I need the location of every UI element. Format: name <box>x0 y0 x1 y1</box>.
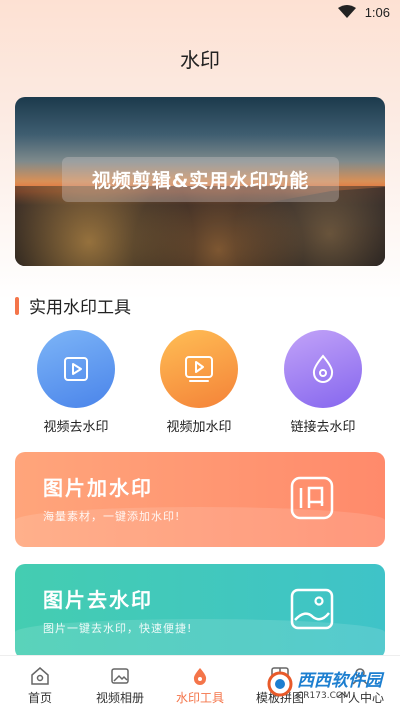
banner-caption-box: 视频剪辑&实用水印功能 <box>62 157 339 202</box>
tool-label: 链接去水印 <box>290 420 356 435</box>
tool-circle <box>160 330 238 408</box>
section-title: 实用水印工具 <box>29 298 131 318</box>
card-subtitle: 海量素材，一键添加水印! <box>43 510 181 523</box>
stamp-icon <box>290 476 334 520</box>
tool-video-remove-watermark[interactable]: 视频去水印 <box>16 330 136 435</box>
banner[interactable]: 视频剪辑&实用水印功能 <box>15 97 385 266</box>
photo-icon <box>111 668 129 684</box>
water-drop-icon <box>312 354 334 383</box>
tool-grid: 视频去水印 视频加水印 链接去水印 <box>0 330 400 440</box>
section-heading: 实用水印工具 <box>15 293 131 318</box>
tool-circle <box>37 330 115 408</box>
card-title: 图片加水印 <box>43 476 153 500</box>
tab-label: 首页 <box>27 691 52 705</box>
tab-label: 视频相册 <box>95 691 144 705</box>
tab-watermark-tools[interactable]: 水印工具 <box>160 656 240 710</box>
tool-label: 视频去水印 <box>43 420 109 435</box>
tool-circle <box>284 330 362 408</box>
status-bar: 1:06 <box>0 0 400 26</box>
tab-video-album[interactable]: 视频相册 <box>80 656 160 710</box>
tab-home[interactable]: 首页 <box>0 656 80 710</box>
tool-video-add-watermark[interactable]: 视频加水印 <box>139 330 259 435</box>
tool-label: 视频加水印 <box>166 420 232 435</box>
watermark-logo-icon <box>267 671 293 696</box>
section-accent-bar <box>15 296 19 315</box>
watermark-brand: 西西软件园 <box>297 671 382 691</box>
tab-label: 水印工具 <box>175 691 224 705</box>
wifi-icon <box>338 5 356 18</box>
home-icon <box>31 667 49 685</box>
image-icon <box>290 588 334 630</box>
site-watermark-logo: 西西软件园 CR173.COM <box>267 666 382 701</box>
watermark-tool-icon <box>193 668 207 685</box>
watermark-url: CR173.COM <box>297 691 351 701</box>
card-image-remove-watermark[interactable]: 图片去水印 图片一键去水印，快速便捷! <box>15 564 385 659</box>
card-title: 图片去水印 <box>43 588 153 612</box>
page-title: 水印 <box>180 48 220 72</box>
status-time: 1:06 <box>364 5 390 20</box>
card-subtitle: 图片一键去水印，快速便捷! <box>43 622 193 635</box>
banner-caption: 视频剪辑&实用水印功能 <box>91 170 310 192</box>
video-frame-icon <box>185 356 213 382</box>
tool-link-remove-watermark[interactable]: 链接去水印 <box>263 330 383 435</box>
video-play-icon <box>64 357 88 381</box>
card-image-add-watermark[interactable]: 图片加水印 海量素材，一键添加水印! <box>15 452 385 547</box>
